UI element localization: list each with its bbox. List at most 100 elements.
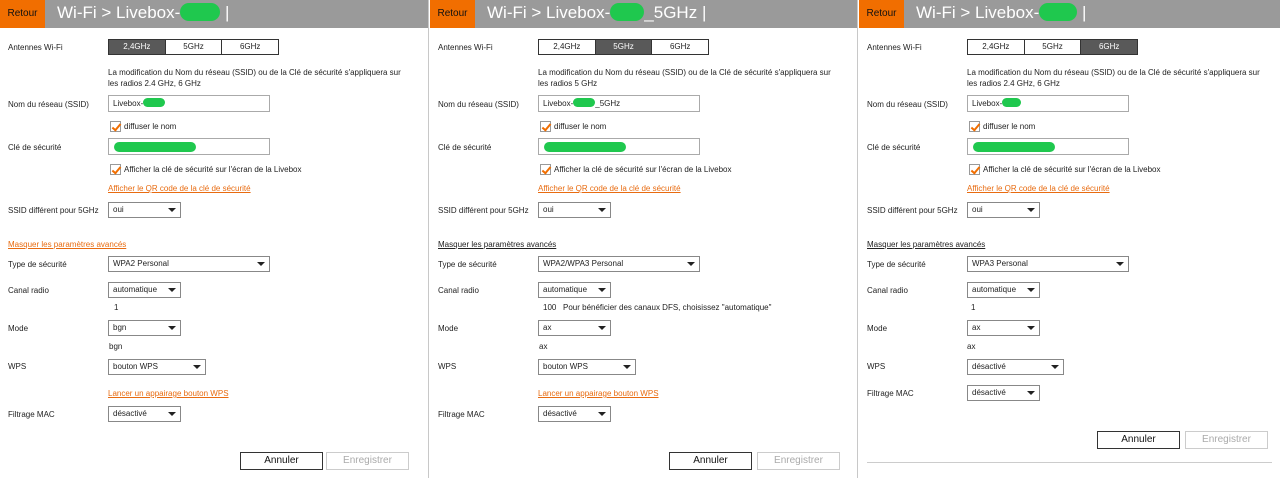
chevron-down-icon — [193, 365, 201, 369]
band-tab-6ghz[interactable]: 6GHz — [222, 40, 278, 54]
broadcast-label: diffuser le nom — [983, 122, 1036, 131]
ssid5-label: SSID différent pour 5GHz — [438, 206, 529, 215]
mode-label: Mode — [867, 324, 888, 333]
security-type-select[interactable]: WPA2/WPA3 Personal — [538, 256, 700, 272]
mode-select[interactable]: ax — [967, 320, 1040, 336]
save-button[interactable]: Enregistrer — [757, 452, 840, 470]
back-button[interactable]: Retour — [859, 0, 904, 28]
band-tab-2-4ghz[interactable]: 2,4GHz — [109, 40, 166, 54]
broadcast-checkbox[interactable] — [110, 121, 121, 132]
wps-select[interactable]: bouton WPS — [538, 359, 636, 375]
channel-dfs-hint: Pour bénéficier des canaux DFS, choisiss… — [563, 303, 772, 312]
qr-code-link[interactable]: Afficher le QR code de la clé de sécurit… — [967, 184, 1110, 193]
mac-filter-select[interactable]: désactivé — [967, 385, 1040, 401]
ssid-input[interactable]: Livebox- — [967, 95, 1129, 112]
chevron-down-icon — [687, 262, 695, 266]
channel-select[interactable]: automatique — [967, 282, 1040, 298]
band-tab-5ghz[interactable]: 5GHz — [166, 40, 223, 54]
chevron-down-icon — [598, 412, 606, 416]
band-selector: 2,4GHz 5GHz 6GHz — [108, 39, 279, 55]
key-label: Clé de sécurité — [8, 143, 62, 152]
key-input[interactable] — [967, 138, 1129, 155]
chevron-down-icon — [257, 262, 265, 266]
band-tab-6ghz[interactable]: 6GHz — [652, 40, 708, 54]
save-button[interactable]: Enregistrer — [1185, 431, 1268, 449]
advanced-toggle-link[interactable]: Masquer les paramètres avancés — [438, 240, 556, 249]
wps-label: WPS — [8, 362, 27, 371]
ssid-prefix: Livebox- — [543, 99, 574, 108]
channel-value: automatique — [972, 285, 1017, 294]
antennas-label: Antennes Wi-Fi — [867, 43, 922, 52]
qr-code-link[interactable]: Afficher le QR code de la clé de sécurit… — [108, 184, 251, 193]
security-type-select[interactable]: WPA3 Personal — [967, 256, 1129, 272]
key-input[interactable] — [108, 138, 270, 155]
show-key-row: Afficher la clé de sécurité sur l'écran … — [540, 164, 731, 175]
ssid-input[interactable]: Livebox- — [108, 95, 270, 112]
page-title: Wi-Fi > Livebox- _5GHz | — [487, 2, 706, 24]
show-key-label: Afficher la clé de sécurité sur l'écran … — [983, 165, 1161, 174]
redaction-mask — [973, 142, 1055, 152]
wifi-panel-5ghz: Retour Wi-Fi > Livebox- _5GHz | Antennes … — [430, 0, 858, 478]
chevron-down-icon — [623, 365, 631, 369]
back-button[interactable]: Retour — [0, 0, 45, 28]
channel-select[interactable]: automatique — [538, 282, 611, 298]
ssid-note: La modification du Nom du réseau (SSID) … — [108, 68, 401, 88]
advanced-toggle-link[interactable]: Masquer les paramètres avancés — [867, 240, 985, 249]
cancel-button[interactable]: Annuler — [669, 452, 752, 470]
save-button[interactable]: Enregistrer — [326, 452, 409, 470]
ssid-input[interactable]: Livebox- _5GHz — [538, 95, 700, 112]
page-title: Wi-Fi > Livebox- | — [57, 2, 229, 24]
qr-code-link[interactable]: Afficher le QR code de la clé de sécurit… — [538, 184, 681, 193]
chevron-down-icon — [168, 326, 176, 330]
band-tab-2-4ghz[interactable]: 2,4GHz — [539, 40, 596, 54]
channel-select[interactable]: automatique — [108, 282, 181, 298]
cancel-button[interactable]: Annuler — [1097, 431, 1180, 449]
mode-select[interactable]: bgn — [108, 320, 181, 336]
show-key-checkbox[interactable] — [110, 164, 121, 175]
wps-pairing-link[interactable]: Lancer un appairage bouton WPS — [538, 389, 659, 398]
mac-filter-label: Filtrage MAC — [438, 410, 485, 419]
back-button[interactable]: Retour — [430, 0, 475, 28]
band-tab-5ghz[interactable]: 5GHz — [1025, 40, 1082, 54]
mac-filter-select[interactable]: désactivé — [108, 406, 181, 422]
band-tab-6ghz[interactable]: 6GHz — [1081, 40, 1138, 54]
ssid5-select[interactable]: oui — [967, 202, 1040, 218]
key-label: Clé de sécurité — [867, 143, 921, 152]
band-tab-2-4ghz[interactable]: 2,4GHz — [968, 40, 1025, 54]
redaction-mask — [1039, 3, 1078, 21]
show-key-checkbox[interactable] — [969, 164, 980, 175]
show-key-checkbox[interactable] — [540, 164, 551, 175]
chevron-down-icon — [168, 288, 176, 292]
wps-pairing-link[interactable]: Lancer un appairage bouton WPS — [108, 389, 229, 398]
ssid-note: La modification du Nom du réseau (SSID) … — [967, 68, 1260, 88]
wifi-panel-6ghz: Retour Wi-Fi > Livebox- | Antennes Wi-Fi… — [859, 0, 1280, 478]
mac-filter-select[interactable]: désactivé — [538, 406, 611, 422]
mode-current: ax — [967, 342, 976, 351]
wps-value: désactivé — [972, 362, 1006, 371]
mode-label: Mode — [438, 324, 459, 333]
redaction-mask — [1002, 98, 1022, 107]
broadcast-checkbox[interactable] — [969, 121, 980, 132]
title-prefix: Wi-Fi > Livebox- — [916, 3, 1040, 22]
channel-label: Canal radio — [8, 286, 49, 295]
show-key-row: Afficher la clé de sécurité sur l'écran … — [110, 164, 301, 175]
title-prefix: Wi-Fi > Livebox- — [487, 3, 611, 22]
screenshot-root: Retour Wi-Fi > Livebox- | Antennes Wi-Fi… — [0, 0, 1280, 478]
title-prefix: Wi-Fi > Livebox- — [57, 3, 181, 22]
wps-select[interactable]: désactivé — [967, 359, 1064, 375]
ssid5-select[interactable]: oui — [538, 202, 611, 218]
security-type-select[interactable]: WPA2 Personal — [108, 256, 270, 272]
band-selector: 2,4GHz 5GHz 6GHz — [538, 39, 709, 55]
cancel-button[interactable]: Annuler — [240, 452, 323, 470]
band-tab-5ghz[interactable]: 5GHz — [595, 40, 653, 54]
ssid-label: Nom du réseau (SSID) — [8, 100, 89, 109]
broadcast-row: diffuser le nom — [110, 121, 176, 132]
ssid5-select[interactable]: oui — [108, 202, 181, 218]
wps-select[interactable]: bouton WPS — [108, 359, 206, 375]
mode-select[interactable]: ax — [538, 320, 611, 336]
ssid5-value: oui — [543, 205, 554, 214]
advanced-toggle-link[interactable]: Masquer les paramètres avancés — [8, 240, 126, 249]
panel-header: Retour Wi-Fi > Livebox- | — [859, 0, 1280, 28]
broadcast-checkbox[interactable] — [540, 121, 551, 132]
key-input[interactable] — [538, 138, 700, 155]
